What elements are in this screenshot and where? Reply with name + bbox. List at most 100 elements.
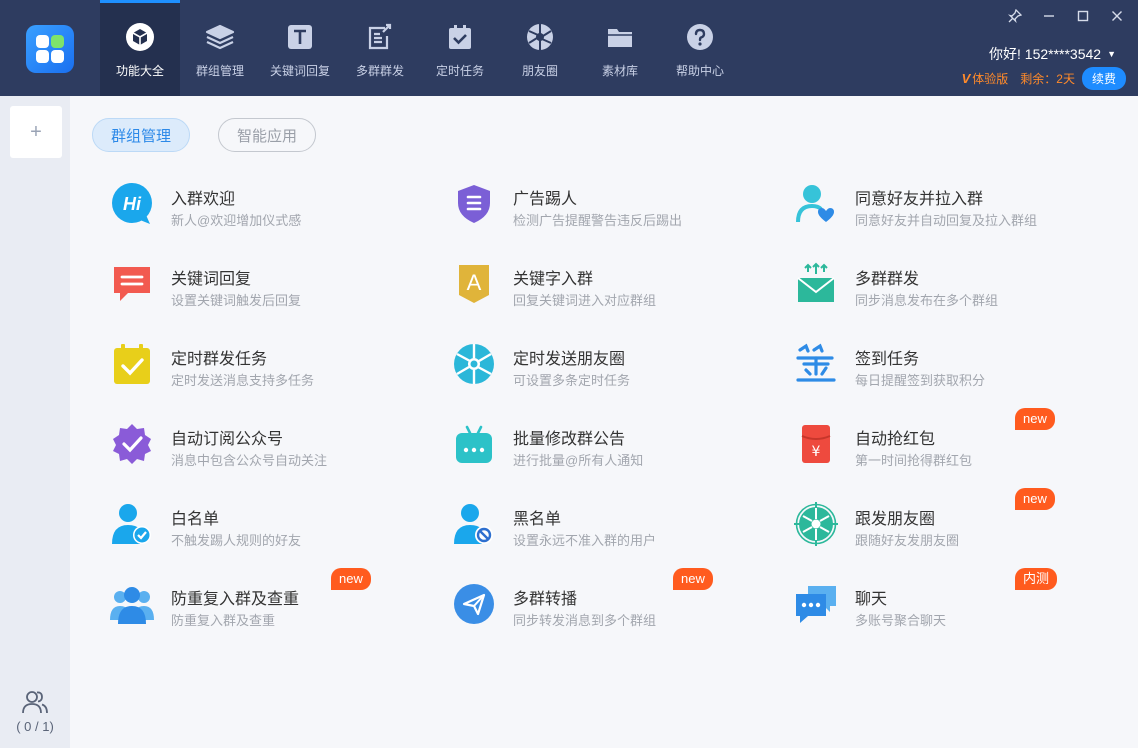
- nav-label: 帮助中心: [675, 64, 724, 78]
- account-count-text: ( 0 / 1): [16, 719, 54, 734]
- help-icon: [683, 20, 717, 54]
- feature-card-red-envelope[interactable]: ¥ 自动抢红包 第一时间抢得群红包 new: [794, 408, 1114, 482]
- calendar-check-icon: [443, 20, 477, 54]
- feature-desc: 新人@欢迎增加仪式感: [171, 213, 302, 228]
- app-logo-icon: [26, 25, 74, 73]
- svg-text:A: A: [467, 270, 482, 295]
- feature-card-welcome[interactable]: Hi 入群欢迎 新人@欢迎增加仪式感: [110, 182, 430, 242]
- nav-label: 群组管理: [195, 64, 244, 78]
- nav-item-material-library[interactable]: 素材库: [580, 0, 660, 96]
- new-badge: new: [1015, 488, 1055, 510]
- feature-desc: 设置关键词触发后回复: [171, 293, 302, 308]
- feature-title: 签到任务: [855, 351, 920, 368]
- feature-desc: 定时发送消息支持多任务: [171, 373, 315, 388]
- nav-item-scheduled-tasks[interactable]: 定时任务: [420, 0, 500, 96]
- user-block-icon: [452, 502, 496, 546]
- letter-a-badge-icon: A: [452, 262, 496, 306]
- feature-card-scheduled-mass-send[interactable]: 定时群发任务 定时发送消息支持多任务: [110, 342, 430, 402]
- account-counter[interactable]: ( 0 / 1): [0, 689, 70, 734]
- target-aperture-icon: [794, 502, 838, 546]
- feature-desc: 跟随好友发朋友圈: [855, 533, 960, 548]
- svg-text:Hi: Hi: [123, 194, 142, 214]
- check-badge-icon: [110, 422, 154, 466]
- nav-item-keyword-reply[interactable]: 关键词回复: [260, 0, 340, 96]
- maximize-icon[interactable]: [1072, 6, 1094, 26]
- feature-desc: 消息中包含公众号自动关注: [171, 453, 328, 468]
- feature-title: 定时发送朋友圈: [513, 351, 626, 368]
- feature-card-keyword-join[interactable]: A 关键字入群 回复关键词进入对应群组: [452, 262, 772, 322]
- aperture-icon: [523, 20, 557, 54]
- feature-card-accept-friend[interactable]: 同意好友并拉入群 同意好友并自动回复及拉入群组: [794, 182, 1114, 242]
- feature-desc: 第一时间抢得群红包: [855, 453, 973, 468]
- feature-desc: 同步转发消息到多个群组: [513, 613, 657, 628]
- close-icon[interactable]: [1106, 6, 1128, 26]
- users-icon: [22, 691, 48, 714]
- folder-icon: [603, 20, 637, 54]
- top-bar: 功能大全 群组管理 关键词回复 多群群发 定时任务 朋友圈 素材库 帮助中心 你…: [0, 0, 1138, 96]
- feature-card-batch-notice[interactable]: 批量修改群公告 进行批量@所有人通知: [452, 422, 772, 482]
- feature-title: 批量修改群公告: [513, 431, 626, 448]
- nav-label: 朋友圈: [521, 64, 558, 78]
- category-tabs: 群组管理 智能应用: [92, 118, 317, 152]
- nav-item-group-management[interactable]: 群组管理: [180, 0, 260, 96]
- user-check-icon: [110, 502, 154, 546]
- nav-label: 素材库: [601, 64, 638, 78]
- greeting-text: 你好! 152****3542: [989, 46, 1102, 62]
- feature-card-follow-moments[interactable]: 跟发朋友圈 跟随好友发朋友圈 new: [794, 488, 1114, 562]
- nav-label: 关键词回复: [269, 64, 330, 78]
- feature-card-keyword-reply[interactable]: 关键词回复 设置关键词触发后回复: [110, 262, 430, 322]
- feature-title: 防重复入群及查重: [171, 591, 300, 608]
- feature-desc: 同意好友并自动回复及拉入群组: [855, 213, 1038, 228]
- feature-title: 同意好友并拉入群: [855, 191, 984, 208]
- feature-desc: 同步消息发布在多个群组: [855, 293, 999, 308]
- new-badge: new: [673, 568, 713, 590]
- nav-label: 定时任务: [435, 64, 484, 78]
- feature-title: 聊天: [855, 591, 888, 608]
- edit-share-icon: [363, 20, 397, 54]
- nav-item-mass-send[interactable]: 多群群发: [340, 0, 420, 96]
- minimize-icon[interactable]: [1038, 6, 1060, 26]
- hi-bubble-icon: Hi: [110, 182, 154, 226]
- feature-title: 跟发朋友圈: [855, 511, 936, 528]
- feature-card-ad-kick[interactable]: 广告踢人 检测广告提醒警告违反后踢出: [452, 182, 772, 242]
- user-menu[interactable]: 你好! 152****3542 ▼: [989, 44, 1116, 64]
- feature-card-anti-duplicate[interactable]: 防重复入群及查重 防重复入群及查重 new: [110, 568, 430, 642]
- feature-card-multi-relay[interactable]: 多群转播 同步转发消息到多个群组 new: [452, 568, 772, 642]
- nav-item-all-features[interactable]: 功能大全: [100, 0, 180, 96]
- remaining-days: 剩余：2天: [1020, 72, 1075, 86]
- nav-item-help-center[interactable]: 帮助中心: [660, 0, 740, 96]
- feature-title: 入群欢迎: [171, 191, 236, 208]
- feature-title: 多群群发: [855, 271, 920, 288]
- add-account-button[interactable]: +: [10, 106, 62, 158]
- version-badge: V 体验版: [962, 70, 1009, 87]
- feature-desc: 检测广告提醒警告违反后踢出: [513, 213, 683, 228]
- tab-smart-apps[interactable]: 智能应用: [218, 118, 317, 152]
- feature-title: 多群转播: [513, 591, 578, 608]
- feature-title: 关键字入群: [513, 271, 594, 288]
- nav-item-moments[interactable]: 朋友圈: [500, 0, 580, 96]
- feature-desc: 设置永远不准入群的用户: [513, 533, 657, 548]
- feature-card-auto-subscribe[interactable]: 自动订阅公众号 消息中包含公众号自动关注: [110, 422, 430, 482]
- feature-card-scheduled-moments[interactable]: 定时发送朋友圈 可设置多条定时任务: [452, 342, 772, 402]
- user-heart-icon: [794, 182, 838, 226]
- tab-group-management[interactable]: 群组管理: [92, 118, 191, 152]
- feature-title: 白名单: [171, 511, 220, 528]
- message-lines-icon: [110, 262, 154, 306]
- robot-icon: [452, 422, 496, 466]
- feature-card-whitelist[interactable]: 白名单 不触发踢人规则的好友: [110, 502, 430, 562]
- pin-icon[interactable]: [1004, 6, 1026, 26]
- nav-label: 功能大全: [115, 64, 164, 78]
- cube-icon: [123, 20, 157, 54]
- feature-title: 定时群发任务: [171, 351, 268, 368]
- feature-card-blacklist[interactable]: 黑名单 设置永远不准入群的用户: [452, 502, 772, 562]
- layers-icon: [203, 20, 237, 54]
- feature-card-mass-send[interactable]: 多群群发 同步消息发布在多个群组: [794, 262, 1114, 322]
- chat-bubbles-icon: [794, 582, 838, 626]
- feature-card-chat[interactable]: 聊天 多账号聚合聊天 内测: [794, 568, 1114, 642]
- feature-desc: 不触发踢人规则的好友: [171, 533, 302, 548]
- renew-button[interactable]: 续费: [1081, 67, 1126, 90]
- feature-desc: 每日提醒签到获取积分: [855, 373, 986, 388]
- feature-card-sign-in[interactable]: 签到任务 每日提醒签到获取积分: [794, 342, 1114, 402]
- feature-title: 自动抢红包: [855, 431, 936, 448]
- version-text: 体验版: [972, 72, 1009, 86]
